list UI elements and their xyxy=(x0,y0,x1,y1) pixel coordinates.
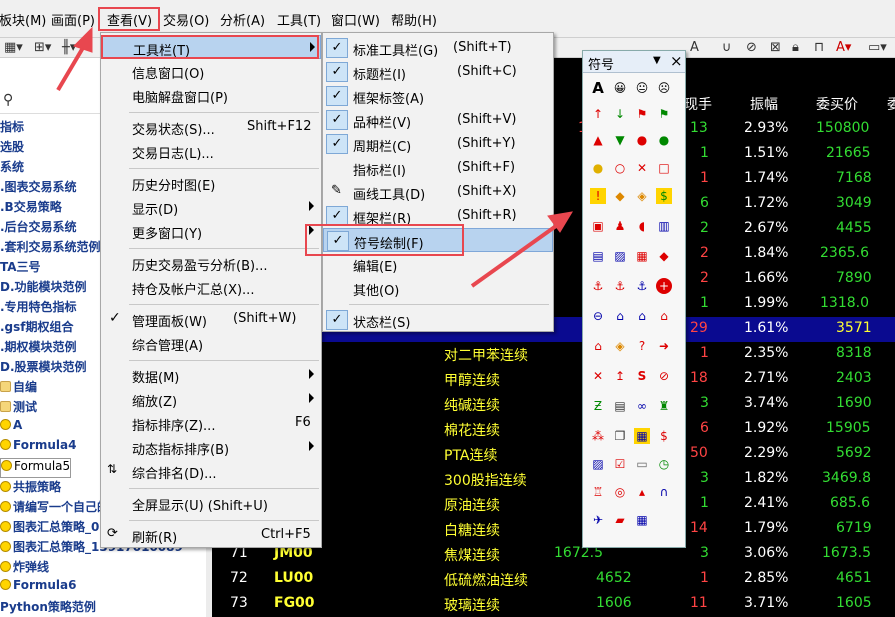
arrow-to-view-menu xyxy=(56,44,86,92)
arrow-head-view-menu xyxy=(73,26,93,53)
arrow-to-palette xyxy=(470,224,558,288)
annotation-arrows xyxy=(56,26,573,288)
